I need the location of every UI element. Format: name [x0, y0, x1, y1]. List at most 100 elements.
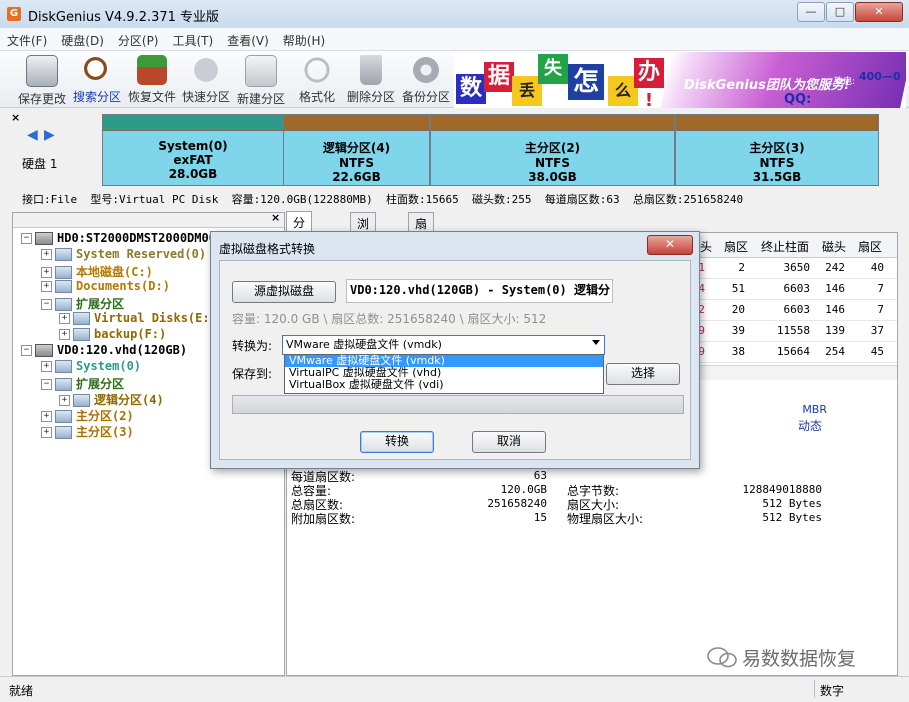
- format-button[interactable]: 格式化: [292, 53, 342, 105]
- tree-node[interactable]: − 扩展分区: [41, 295, 124, 312]
- tree-node[interactable]: + 主分区(3): [41, 423, 134, 440]
- banner-tile: 据: [484, 62, 514, 92]
- menu-partition[interactable]: 分区(P): [111, 28, 166, 49]
- tree-node[interactable]: + 本地磁盘(C:): [41, 263, 153, 280]
- disk-scheme: MBR: [802, 403, 827, 416]
- table-cell: 254: [825, 345, 845, 358]
- menu-view[interactable]: 查看(V): [220, 28, 276, 49]
- expand-icon[interactable]: +: [59, 329, 70, 340]
- expand-icon[interactable]: +: [59, 395, 70, 406]
- tree-node-label: HD0:ST2000DMST2000DM00: [57, 231, 216, 245]
- expand-icon[interactable]: +: [59, 313, 70, 324]
- source-disk-field: VD0:120.vhd(120GB) - System(0) 逻辑分: [346, 279, 613, 303]
- partition-block-logical-4[interactable]: 逻辑分区(4) NTFS 22.6GB: [283, 114, 430, 186]
- expand-icon[interactable]: +: [41, 361, 52, 372]
- banner-slogan: DiskGenius团队为您服务!: [684, 78, 850, 93]
- table-cell: 37: [870, 324, 884, 337]
- collapse-icon[interactable]: −: [21, 233, 32, 244]
- format-dropdown-list: VMware 虚拟硬盘文件 (vmdk) VirtualPC 虚拟硬盘文件 (v…: [284, 354, 604, 394]
- tab-browse-files[interactable]: 浏览文件: [350, 212, 377, 282]
- tab-sector-edit[interactable]: 扇区编辑: [408, 212, 435, 282]
- banner-tile: 失: [538, 54, 568, 84]
- tree-node-label: Virtual Disks(E:): [94, 311, 217, 325]
- new-partition-button[interactable]: 新建分区: [236, 53, 286, 107]
- partition-block-system[interactable]: System(0) exFAT 28.0GB: [102, 114, 284, 186]
- partition-block-primary-2[interactable]: 主分区(2) NTFS 38.0GB: [430, 114, 675, 186]
- collapse-icon[interactable]: −: [21, 345, 32, 356]
- search-partition-button[interactable]: 搜索分区: [72, 53, 122, 105]
- table-cell: 15664: [776, 345, 810, 358]
- expand-icon[interactable]: +: [41, 411, 52, 422]
- tree-node[interactable]: + Documents(D:): [41, 279, 170, 293]
- expand-icon[interactable]: +: [41, 427, 52, 438]
- source-disk-button[interactable]: 源虚拟磁盘: [232, 281, 336, 303]
- disk-icon: [35, 232, 53, 245]
- col-header: 终止柱面: [761, 240, 810, 254]
- tree-node[interactable]: + 主分区(2): [41, 407, 134, 424]
- table-cell: 6603: [783, 282, 811, 295]
- partition-icon: [55, 298, 72, 311]
- table-cell: 146: [825, 303, 845, 316]
- collapse-icon[interactable]: −: [41, 379, 52, 390]
- partition-icon: [55, 426, 72, 439]
- tree-node[interactable]: − 扩展分区: [41, 375, 124, 392]
- format-select[interactable]: VMware 虚拟硬盘文件 (vmdk): [282, 335, 605, 355]
- save-changes-label: 保存更改: [17, 92, 66, 106]
- menu-tools[interactable]: 工具(T): [166, 28, 221, 49]
- restore-files-icon: [137, 55, 167, 85]
- partition-cap: [103, 115, 283, 131]
- browse-button[interactable]: 选择: [606, 363, 680, 385]
- tree-node[interactable]: + System Reserved(0): [41, 247, 206, 261]
- cancel-button[interactable]: 取消: [472, 431, 546, 453]
- search-partition-label: 搜索分区: [72, 90, 121, 104]
- menu-disk[interactable]: 硬盘(D): [54, 28, 111, 49]
- quick-partition-button[interactable]: 快速分区: [181, 53, 231, 105]
- restore-files-button[interactable]: 恢复文件: [127, 53, 177, 105]
- tree-node[interactable]: − VD0:120.vhd(120GB): [21, 343, 187, 357]
- tree-node[interactable]: + Virtual Disks(E:): [59, 311, 217, 325]
- save-changes-button[interactable]: 保存更改: [17, 53, 67, 107]
- format-option-vdi[interactable]: VirtualBox 虚拟硬盘文件 (vdi): [285, 379, 603, 391]
- partition-size: 38.0GB: [528, 170, 577, 184]
- tree-node-label: 主分区(3): [76, 425, 134, 439]
- status-text: 就绪: [9, 684, 34, 698]
- next-disk-icon[interactable]: ▶: [44, 127, 55, 143]
- previous-disk-icon[interactable]: ◀: [27, 127, 38, 143]
- tree-node[interactable]: + 逻辑分区(4): [59, 391, 164, 408]
- menu-help[interactable]: 帮助(H): [276, 28, 332, 49]
- expand-icon[interactable]: +: [41, 267, 52, 278]
- dialog-close-button[interactable]: ✕: [647, 235, 693, 255]
- tree-node-label: 逻辑分区(4): [94, 393, 164, 407]
- partition-name: 逻辑分区(4): [322, 141, 391, 155]
- tree-header: ×: [13, 213, 284, 228]
- minimize-button[interactable]: —: [797, 2, 825, 22]
- backup-partition-icon: [411, 55, 441, 85]
- tree-close-icon[interactable]: ×: [271, 213, 280, 224]
- close-window-button[interactable]: ✕: [855, 2, 903, 22]
- menu-file[interactable]: 文件(F): [0, 28, 54, 49]
- collapse-icon[interactable]: −: [41, 299, 52, 310]
- maximize-button[interactable]: □: [826, 2, 854, 22]
- partition-block-primary-3[interactable]: 主分区(3) NTFS 31.5GB: [675, 114, 879, 186]
- tree-node[interactable]: + System(0): [41, 359, 141, 373]
- partition-name: System(0): [158, 139, 228, 153]
- panel-close-icon[interactable]: ×: [11, 111, 20, 124]
- expand-icon[interactable]: +: [41, 281, 52, 292]
- format-label: 格式化: [298, 90, 335, 104]
- chevron-down-icon[interactable]: [592, 340, 600, 345]
- partition-name: 主分区(3): [749, 141, 805, 155]
- tree-node[interactable]: − HD0:ST2000DMST2000DM00: [21, 231, 216, 245]
- delete-partition-label: 删除分区: [346, 90, 395, 104]
- tree-node[interactable]: + backup(F:): [59, 327, 166, 341]
- partition-icon: [55, 378, 72, 391]
- tree-node-label: System(0): [76, 359, 142, 373]
- promo-banner[interactable]: 数 据 丢 失 怎 么 办 ! DiskGenius团队为您服务! 致电: 40…: [454, 52, 906, 108]
- table-cell: 51: [731, 282, 745, 295]
- delete-partition-button[interactable]: 删除分区: [346, 53, 396, 105]
- disk-map: × ◀ ▶ 硬盘 1 System(0) exFAT 28.0GB 逻辑分区(4…: [0, 108, 909, 188]
- convert-button[interactable]: 转换: [360, 431, 434, 453]
- backup-partition-button[interactable]: 备份分区: [401, 53, 451, 105]
- expand-icon[interactable]: +: [41, 249, 52, 260]
- partition-fs: NTFS: [534, 156, 571, 170]
- partition-icon: [73, 328, 90, 341]
